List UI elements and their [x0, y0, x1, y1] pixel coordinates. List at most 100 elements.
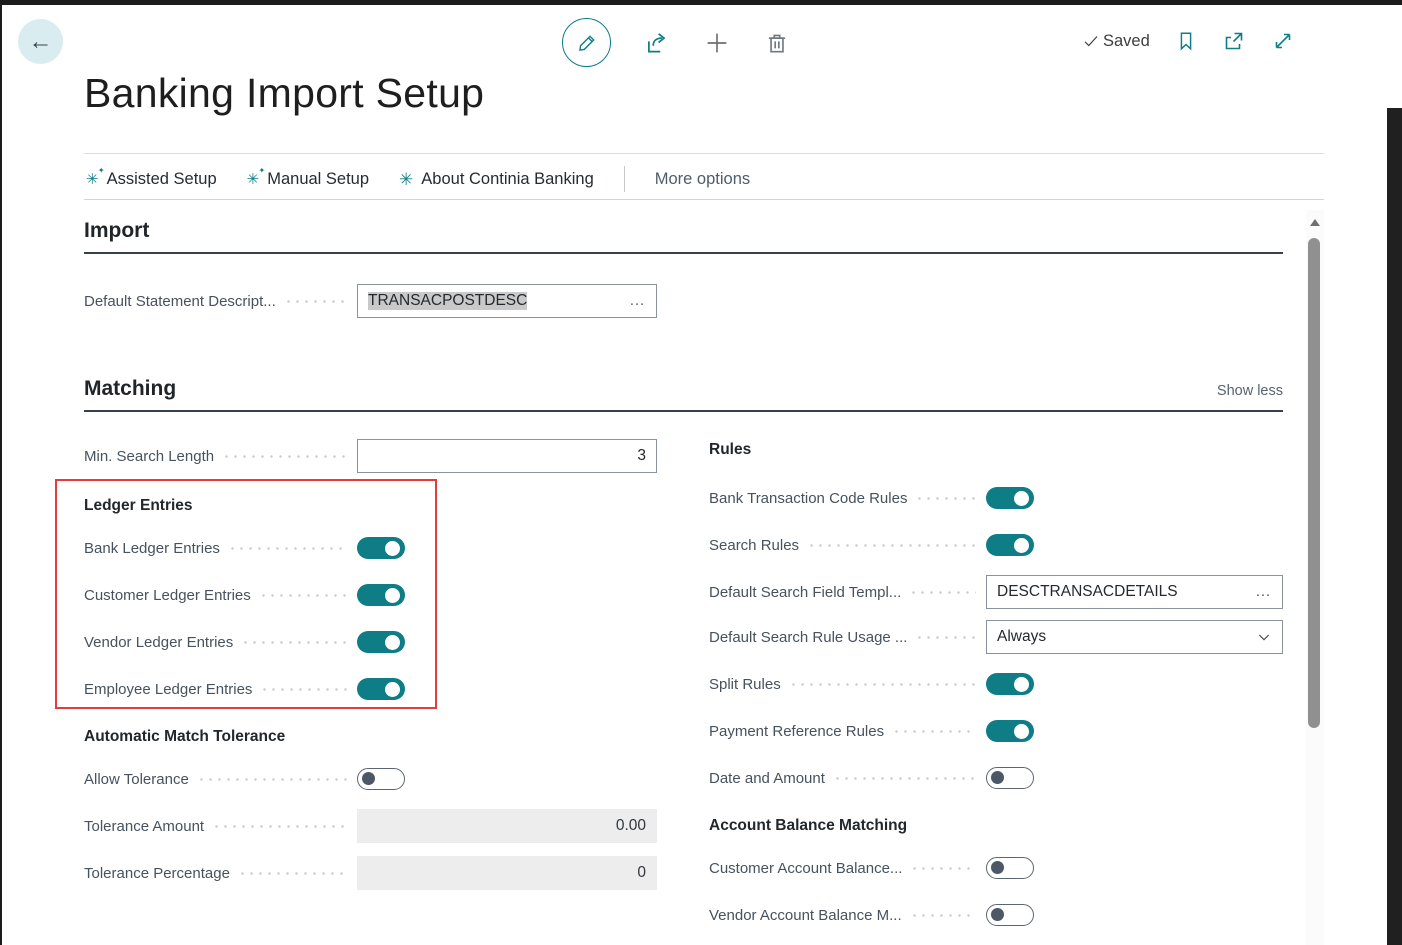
field-value: 0.00 [616, 817, 646, 835]
open-in-new-window-button[interactable] [1222, 29, 1246, 53]
back-arrow-icon: ← [29, 28, 53, 56]
employee-ledger-entries-toggle[interactable] [357, 678, 405, 700]
saved-label: Saved [1103, 32, 1150, 51]
dotted-leader [892, 730, 976, 733]
field-label: Employee Ledger Entries [84, 681, 252, 698]
action-label: About Continia Banking [421, 170, 593, 189]
dotted-leader [241, 641, 347, 644]
open-in-new-window-icon [1222, 29, 1246, 53]
page-title: Banking Import Setup [84, 70, 484, 117]
toggle-knob [385, 682, 400, 697]
bank-transaction-code-rules-toggle[interactable] [986, 487, 1034, 509]
dotted-leader [284, 300, 347, 303]
matching-section-header: Matching Show less [84, 377, 1283, 412]
allow-tolerance-toggle[interactable] [357, 768, 405, 790]
field-customer-account-balance: Customer Account Balance... [709, 857, 1283, 879]
field-label: Payment Reference Rules [709, 723, 884, 740]
divider-above-actionbar [84, 153, 1324, 154]
dotted-leader [228, 547, 347, 550]
field-default-search-rule-usage: Default Search Rule Usage ... Always [709, 620, 1283, 654]
field-label: Min. Search Length [84, 448, 214, 465]
dotted-leader [260, 688, 347, 691]
action-manual-setup[interactable]: ✳✦ Manual Setup [247, 170, 369, 189]
assisted-setup-icon: ✳✦ [86, 172, 99, 187]
customer-ledger-entries-toggle[interactable] [357, 584, 405, 606]
action-about-continia-banking[interactable]: ✳ About Continia Banking [399, 170, 594, 189]
tolerance-percentage-input: 0 [357, 856, 657, 890]
dotted-leader [915, 636, 976, 639]
checkmark-icon [1082, 32, 1100, 50]
selected-text: TRANSACPOSTDESC [368, 292, 527, 310]
edit-button[interactable] [562, 18, 611, 67]
share-button[interactable] [644, 30, 670, 56]
toggle-knob [991, 771, 1004, 784]
tolerance-amount-input: 0.00 [357, 809, 657, 843]
bookmark-button[interactable] [1175, 29, 1197, 53]
field-default-search-field-template: Default Search Field Templ... DESCTRANSA… [709, 575, 1283, 609]
split-rules-toggle[interactable] [986, 673, 1034, 695]
action-label: Assisted Setup [107, 170, 217, 189]
field-allow-tolerance: Allow Tolerance [84, 768, 657, 790]
page-toolbar [562, 18, 790, 67]
delete-button[interactable] [764, 30, 790, 56]
toggle-knob [991, 861, 1004, 874]
payment-reference-rules-toggle[interactable] [986, 720, 1034, 742]
vendor-ledger-entries-toggle[interactable] [357, 631, 405, 653]
toggle-knob [1014, 724, 1029, 739]
min-search-length-input[interactable]: 3 [357, 439, 657, 473]
show-less-link[interactable]: Show less [1217, 383, 1283, 399]
account-balance-matching-group-label: Account Balance Matching [709, 817, 1283, 835]
page-scrollbar-thumb[interactable] [1308, 238, 1320, 728]
default-statement-description-input[interactable]: TRANSACPOSTDESC … [357, 284, 657, 318]
customer-account-balance-toggle[interactable] [986, 857, 1034, 879]
new-button[interactable] [703, 29, 731, 57]
manual-setup-icon: ✳✦ [247, 172, 260, 187]
dotted-leader [915, 497, 976, 500]
scrollbar-up-arrow[interactable] [1310, 219, 1320, 226]
dotted-leader [222, 455, 347, 458]
lookup-ellipsis-button[interactable]: … [1255, 583, 1272, 601]
window-left-border [0, 0, 2, 945]
field-search-rules: Search Rules [709, 534, 1283, 556]
action-assisted-setup[interactable]: ✳✦ Assisted Setup [86, 170, 217, 189]
date-and-amount-toggle[interactable] [986, 767, 1034, 789]
import-fields: Default Statement Descript... TRANSACPOS… [84, 284, 657, 318]
import-section-header: Import [84, 219, 1283, 254]
search-rules-toggle[interactable] [986, 534, 1034, 556]
field-label: Default Search Field Templ... [709, 584, 901, 601]
field-label: Default Statement Descript... [84, 293, 276, 310]
outer-scrollbar-strip [1387, 108, 1402, 945]
actionbar-separator [624, 166, 625, 192]
ledger-entries-group-label: Ledger Entries [84, 497, 657, 515]
action-label: Manual Setup [267, 170, 369, 189]
field-label: Split Rules [709, 676, 781, 693]
vendor-account-balance-toggle[interactable] [986, 904, 1034, 926]
bank-ledger-entries-toggle[interactable] [357, 537, 405, 559]
lookup-ellipsis-button[interactable]: … [629, 292, 646, 310]
dotted-leader [212, 825, 347, 828]
dotted-leader [789, 683, 976, 686]
expand-button[interactable] [1271, 29, 1295, 53]
toggle-knob [1014, 491, 1029, 506]
divider-below-actionbar [84, 199, 1324, 200]
more-options-button[interactable]: More options [655, 170, 750, 189]
automatic-match-tolerance-group-label: Automatic Match Tolerance [84, 728, 657, 746]
back-button[interactable]: ← [18, 19, 63, 64]
field-label: Allow Tolerance [84, 771, 189, 788]
dotted-leader [833, 777, 976, 780]
dotted-leader [259, 594, 347, 597]
matching-left-column: Min. Search Length 3 Ledger Entries Bank… [84, 439, 657, 890]
dotted-leader [238, 872, 347, 875]
field-tolerance-percentage: Tolerance Percentage 0 [84, 856, 657, 890]
default-search-field-template-input[interactable]: DESCTRANSACDETAILS … [986, 575, 1283, 609]
chevron-down-icon[interactable] [1256, 629, 1272, 645]
field-label: Vendor Account Balance M... [709, 907, 902, 924]
default-search-rule-usage-select[interactable]: Always [986, 620, 1283, 654]
matching-right-column: Rules Bank Transaction Code Rules Search… [709, 441, 1283, 926]
field-min-search-length: Min. Search Length 3 [84, 439, 657, 473]
field-value: DESCTRANSACDETAILS [997, 583, 1178, 601]
import-heading: Import [84, 219, 149, 243]
matching-heading: Matching [84, 377, 176, 401]
toggle-knob [1014, 677, 1029, 692]
pencil-icon [576, 32, 598, 54]
